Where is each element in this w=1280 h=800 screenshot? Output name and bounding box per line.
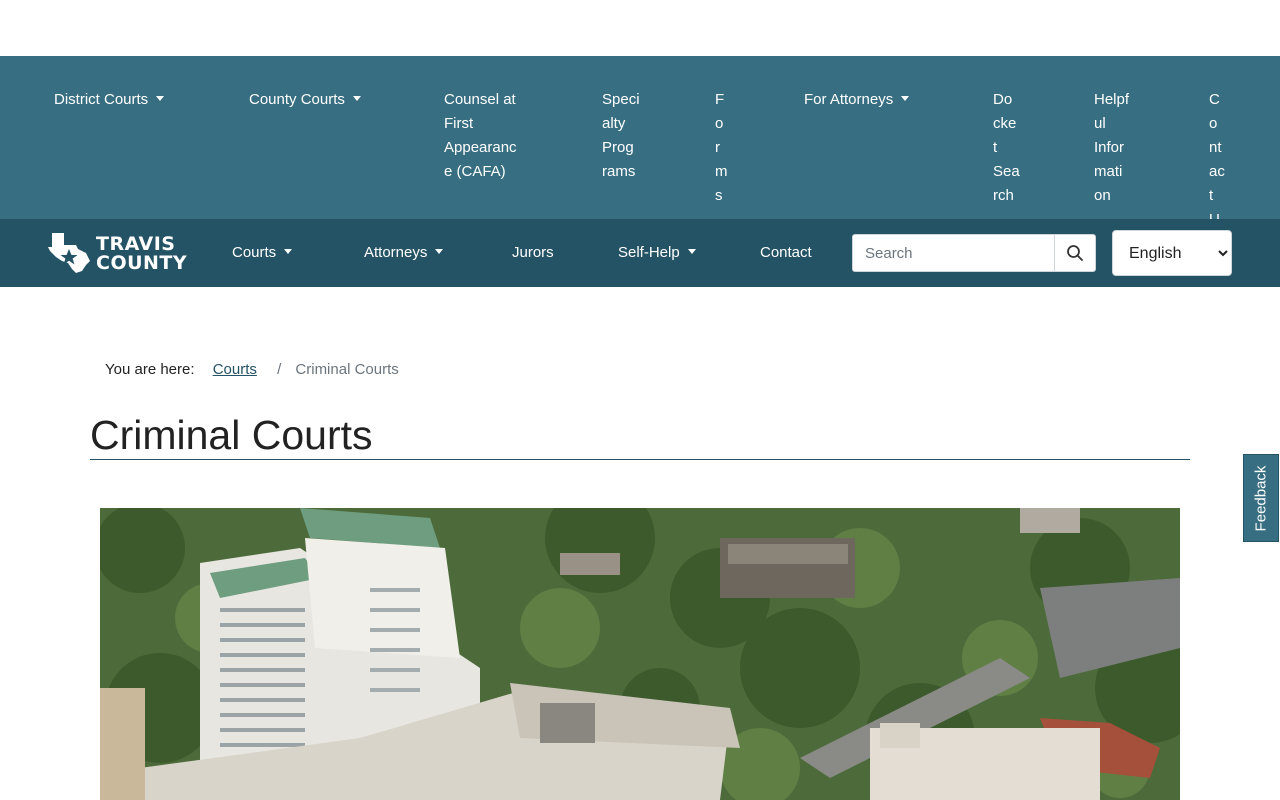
court-nav-item-line: ac (1209, 163, 1225, 180)
court-nav-item-line: For Attorneys (804, 88, 910, 112)
main-nav: TRAVIS COUNTY Courts Attorneys Jurors Se… (0, 219, 1280, 287)
breadcrumb-link-courts[interactable]: Courts (213, 361, 257, 378)
main-nav-contact[interactable]: Contact (760, 243, 812, 263)
court-nav-item-line: Helpf (1094, 91, 1130, 108)
caret-down-icon (435, 248, 444, 254)
main-nav-self-help[interactable]: Self-Help (618, 243, 696, 263)
court-nav-county-courts[interactable]: County Courts (249, 88, 361, 112)
court-nav-item-line: Do (993, 91, 1013, 108)
court-nav-docket-search[interactable]: Do cke t Sea rch (993, 88, 1020, 208)
breadcrumb: You are here: Courts / Criminal Courts (105, 360, 399, 380)
main-nav-item-label: Attorneys (364, 244, 428, 261)
court-nav-item-line: on (1094, 187, 1111, 204)
court-nav-item-line: o (715, 115, 724, 132)
caret-down-icon (352, 95, 361, 101)
court-nav-item-line: Sea (993, 163, 1020, 180)
hero-photo (100, 508, 1180, 800)
texas-star-icon (48, 233, 90, 273)
feedback-label: Feedback (1252, 465, 1270, 531)
court-nav-item-line: e (CAFA) (444, 163, 506, 180)
court-nav-cafa[interactable]: Counsel at First Appearanc e (CAFA) (444, 88, 517, 184)
language-select[interactable]: English (1112, 230, 1232, 276)
main-nav-item-label: Courts (232, 244, 277, 261)
court-nav-item-line: t (993, 139, 998, 156)
caret-down-icon (687, 248, 696, 254)
search-icon (1067, 245, 1083, 261)
court-nav-forms[interactable]: Forms (715, 88, 728, 208)
court-nav-item-line: Appearanc (444, 139, 517, 156)
caret-down-icon (901, 95, 910, 101)
logo-wordmark: TRAVIS COUNTY (96, 235, 187, 273)
court-nav-item-line: nt (1209, 139, 1222, 156)
court-nav-item-line: Speci (602, 91, 640, 108)
court-nav-item-line: County Courts (249, 88, 361, 112)
main-nav-jurors[interactable]: Jurors (512, 243, 554, 263)
court-nav-item-line: m (715, 163, 728, 180)
title-divider (90, 459, 1190, 460)
caret-down-icon (284, 248, 293, 254)
court-nav-specialty-programs[interactable]: Speci alty Prog rams (602, 88, 640, 184)
page-title: Criminal Courts (90, 412, 373, 458)
search-button[interactable] (1054, 234, 1096, 272)
court-nav-item-line: t (1209, 187, 1214, 204)
main-nav-item-label: Contact (760, 244, 812, 261)
court-nav-item-line: F (715, 91, 725, 108)
court-nav-item-line: rams (602, 163, 636, 180)
court-nav-item-line: alty (602, 115, 626, 132)
caret-down-icon (156, 95, 165, 101)
logo-line-2: COUNTY (96, 252, 188, 274)
court-nav-item-line: C (1209, 91, 1220, 108)
main-nav-courts[interactable]: Courts (232, 243, 293, 263)
court-nav-item-line: First (444, 115, 474, 132)
top-strip (0, 0, 1280, 56)
main-nav-item-label: Self-Help (618, 244, 680, 261)
breadcrumb-prefix: You are here: (105, 361, 195, 378)
court-nav-item-line: ul (1094, 115, 1106, 132)
court-nav: District Courts County Courts Counsel at… (0, 56, 1280, 219)
court-nav-helpful-information[interactable]: Helpf ul Infor mati on (1094, 88, 1129, 208)
court-nav-item-line: Infor (1094, 139, 1125, 156)
court-nav-item-line: r (715, 139, 720, 156)
breadcrumb-current: Criminal Courts (295, 361, 399, 378)
court-nav-item-line: s (715, 187, 723, 204)
court-nav-item-line: District Courts (54, 88, 165, 112)
feedback-tab[interactable]: Feedback (1243, 454, 1279, 542)
court-nav-contact-us[interactable]: Co nt ac tU (1209, 88, 1225, 219)
main-nav-item-label: Jurors (512, 244, 554, 261)
search-input[interactable] (852, 234, 1055, 272)
breadcrumb-separator: / (277, 361, 282, 378)
search-form (852, 234, 1096, 272)
court-nav-district-courts[interactable]: District Courts (54, 88, 165, 112)
hero-image-courthouse (100, 508, 1180, 800)
court-nav-item-line: mati (1094, 163, 1123, 180)
court-nav-item-line: Counsel at (444, 91, 516, 108)
court-nav-item-line: cke (993, 115, 1017, 132)
court-nav-item-line: o (1209, 115, 1218, 132)
court-nav-item-line: rch (993, 187, 1014, 204)
court-nav-item-line: U (1209, 208, 1225, 219)
court-nav-for-attorneys[interactable]: For Attorneys (804, 88, 910, 112)
court-nav-item-line: Prog (602, 139, 634, 156)
travis-county-logo[interactable]: TRAVIS COUNTY (46, 231, 187, 275)
main-nav-attorneys[interactable]: Attorneys (364, 243, 444, 263)
